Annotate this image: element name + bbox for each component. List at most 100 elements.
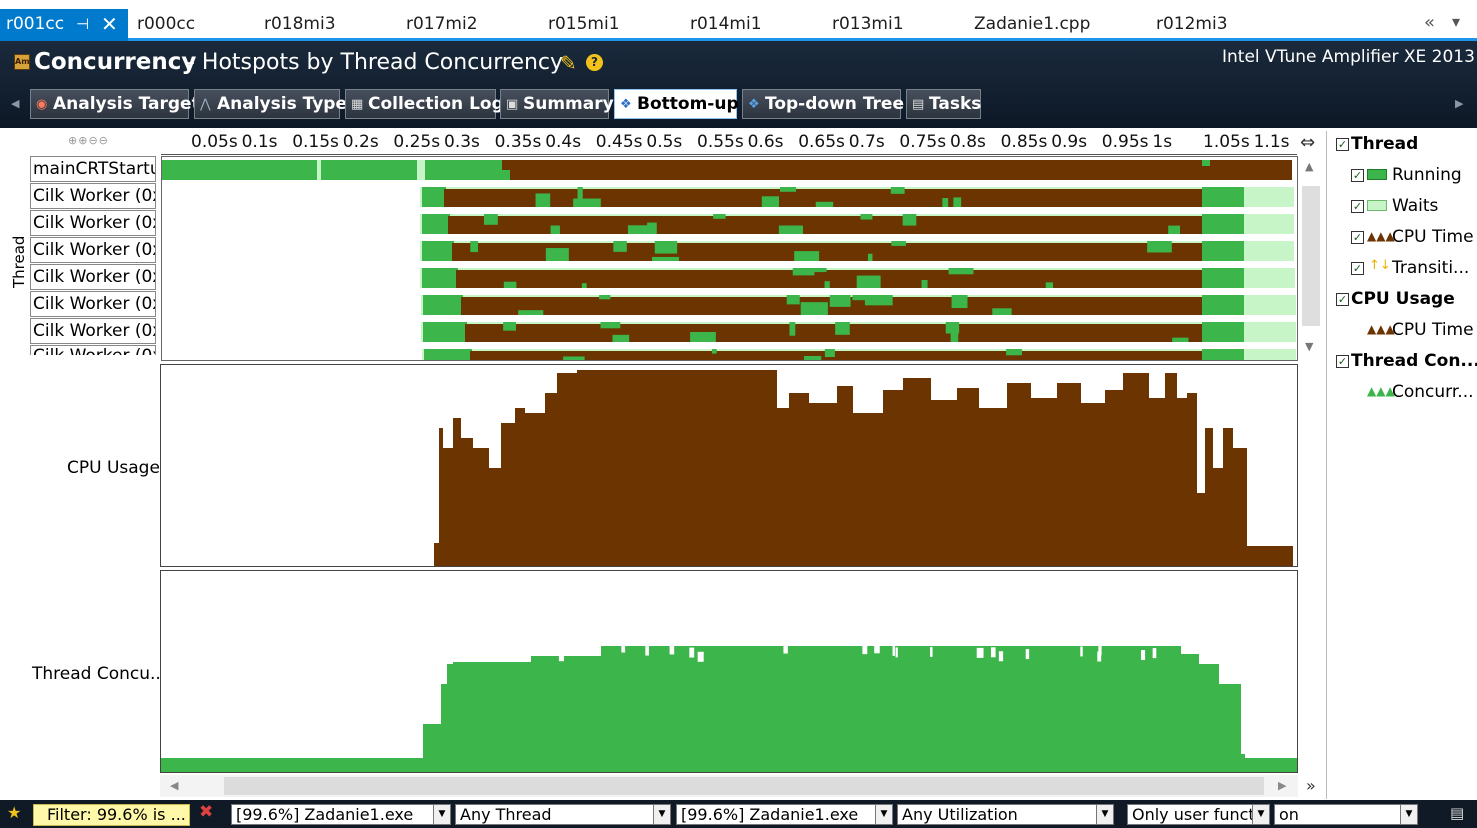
thread-row-label[interactable]: mainCRTStartu — [30, 156, 156, 182]
thread-concurrency-group-checkbox[interactable]: ✓ — [1336, 355, 1349, 368]
module-filter-select[interactable]: [99.6%] Zadanie1.exe ▼ — [231, 804, 451, 825]
collection-log-button[interactable]: ▦ Collection Log — [345, 89, 504, 119]
chevron-down-icon[interactable]: ▼ — [1252, 805, 1269, 824]
wrench-icon[interactable]: ✎ — [560, 51, 577, 75]
zoom-toolbar[interactable]: ⊕⊕⊖⊖ — [68, 134, 109, 147]
tab-zadanie1-cpp[interactable]: Zadanie1.cpp — [974, 9, 1090, 39]
bottom-up-button[interactable]: ❖ Bottom-up — [614, 89, 739, 119]
running-segment — [852, 295, 867, 301]
cpu-usage-chart[interactable] — [160, 364, 1298, 567]
running-swatch — [1367, 169, 1387, 180]
cpu-usage-bar — [1213, 468, 1223, 566]
running-segment — [1202, 349, 1244, 360]
zoom-out-icon[interactable]: ⊖ — [88, 134, 98, 147]
chevron-down-icon[interactable]: ▼ — [1096, 805, 1113, 824]
thread-timeline-svg — [162, 160, 1296, 360]
resize-columns-icon[interactable]: ⇔ — [1300, 132, 1315, 153]
help-icon[interactable]: ? — [586, 54, 603, 71]
thread-row-label[interactable]: Cilk Worker (0x — [30, 318, 156, 344]
cpu-usage-bar — [443, 448, 453, 566]
tab-r001cc[interactable]: r001cc ⊣ ✕ — [0, 9, 128, 41]
tab-r015mi1[interactable]: r015mi1 — [548, 9, 620, 39]
call-stack-mode-select[interactable]: Only user functio ▼ — [1127, 804, 1270, 825]
legend-running: Running — [1392, 165, 1462, 185]
zoom-fit-icon[interactable]: ⊖ — [99, 134, 109, 147]
tab-r018mi3[interactable]: r018mi3 — [264, 9, 336, 39]
waits-checkbox[interactable]: ✓ — [1351, 200, 1364, 213]
running-segment — [423, 322, 467, 342]
scroll-left-icon[interactable]: ◀ — [170, 779, 178, 792]
inline-mode-select[interactable]: on ▼ — [1274, 804, 1418, 825]
tab-overflow-left-icon[interactable]: « — [1424, 12, 1435, 33]
tab-r017mi2[interactable]: r017mi2 — [406, 9, 478, 39]
thread-row-label[interactable]: Cilk Worker (0x — [30, 210, 156, 236]
close-icon[interactable]: ✕ — [101, 9, 118, 39]
cpu-usage-bar — [1205, 428, 1213, 566]
nav-scroll-right-icon[interactable]: ▶ — [1455, 97, 1463, 110]
scrollbar-thumb[interactable] — [224, 777, 1264, 795]
cpu-usage-group-checkbox[interactable]: ✓ — [1336, 293, 1349, 306]
thread-timeline[interactable] — [161, 156, 1298, 361]
cpu-time-checkbox[interactable]: ✓ — [1351, 231, 1364, 244]
cpu-usage-bar — [1031, 398, 1057, 566]
chevron-down-icon[interactable]: ▼ — [433, 805, 450, 824]
thread-row-label[interactable]: Cilk Worker (0x — [30, 345, 156, 355]
chevron-down-icon[interactable]: ▼ — [653, 805, 670, 824]
thread-row-label[interactable]: Cilk Worker (0x — [30, 264, 156, 290]
time-ruler[interactable]: 0.05s 0.1s 0.15s 0.2s 0.25s 0.3s 0.35s 0.4s 0.45… — [161, 131, 1297, 155]
filter-status[interactable]: Filter: 99.6% is ... — [33, 804, 190, 826]
horizontal-scrollbar[interactable]: ◀ ▶ — [160, 775, 1298, 797]
chevron-down-icon[interactable]: ▼ — [1400, 805, 1417, 824]
tab-r014mi1[interactable]: r014mi1 — [690, 9, 762, 39]
analysis-target-button[interactable]: ◉ Analysis Target — [30, 89, 200, 119]
thread-group-checkbox[interactable]: ✓ — [1336, 138, 1349, 151]
compass-icon: ⋀ — [200, 97, 211, 112]
tab-r000cc[interactable]: r000cc — [137, 9, 195, 39]
summary-button[interactable]: ▣ Summary — [500, 89, 614, 119]
cpu-usage-bar — [501, 423, 515, 566]
scrollbar-thumb[interactable] — [1302, 186, 1320, 326]
running-checkbox[interactable]: ✓ — [1351, 169, 1364, 182]
tab-dropdown-icon[interactable]: ▾ — [1452, 12, 1460, 31]
concurrency-gap — [976, 647, 984, 658]
chevron-down-icon[interactable]: ▼ — [875, 805, 892, 824]
clear-filter-icon[interactable]: ✖ — [199, 802, 213, 822]
top-down-tree-button[interactable]: ❖ Top-down Tree — [742, 89, 904, 119]
cpu-usage-bar — [453, 418, 461, 566]
thread-row-label[interactable]: Cilk Worker (0x — [30, 183, 156, 209]
running-segment — [573, 198, 601, 207]
running-segment — [792, 268, 815, 276]
thread-concurrency-chart[interactable] — [160, 570, 1298, 773]
scroll-right-icon[interactable]: ▶ — [1278, 779, 1286, 792]
zoom-in-icon[interactable]: ⊕ — [68, 134, 78, 147]
nav-label: Analysis Type — [217, 94, 347, 114]
time-tick-label: 0.6s — [747, 132, 784, 152]
concurrency-bar — [1199, 664, 1219, 772]
thread-filter-select[interactable]: Any Thread ▼ — [455, 804, 671, 825]
nav-scroll-left-icon[interactable]: ◀ — [11, 97, 19, 110]
page-icon[interactable]: ▤ — [1450, 804, 1464, 822]
concurrency-bar — [1219, 684, 1241, 772]
scroll-down-icon[interactable]: ▼ — [1305, 340, 1313, 353]
thread-row-label[interactable]: Cilk Worker (0x — [30, 291, 156, 317]
concurrency-gap — [1152, 648, 1157, 659]
zoom-reset-icon[interactable]: ⊕ — [78, 134, 88, 147]
running-segment — [545, 248, 569, 261]
vertical-scrollbar[interactable]: ▲ ▼ — [1300, 158, 1322, 358]
process-filter-select[interactable]: [99.6%] Zadanie1.exe ▼ — [676, 804, 893, 825]
scroll-up-icon[interactable]: ▲ — [1305, 160, 1313, 173]
expand-icon[interactable]: » — [1306, 776, 1316, 795]
running-segment — [612, 334, 630, 342]
tab-r012mi3[interactable]: r012mi3 — [1156, 9, 1228, 39]
utilization-filter-select[interactable]: Any Utilization ▼ — [897, 804, 1114, 825]
tasks-button[interactable]: ▤ Tasks — [906, 89, 981, 119]
nav-label: Collection Log — [368, 94, 504, 114]
thread-row-label[interactable]: Cilk Worker (0x — [30, 237, 156, 263]
cpu-time-segment — [448, 216, 1242, 234]
transitions-checkbox[interactable]: ✓ — [1351, 262, 1364, 275]
analysis-type-button[interactable]: ⋀ Analysis Type — [194, 89, 347, 119]
tab-r013mi1[interactable]: r013mi1 — [832, 9, 904, 39]
pin-icon[interactable]: ⊣ — [76, 9, 89, 39]
star-icon[interactable]: ★ — [7, 803, 21, 822]
cpu-usage-bar — [545, 393, 557, 566]
